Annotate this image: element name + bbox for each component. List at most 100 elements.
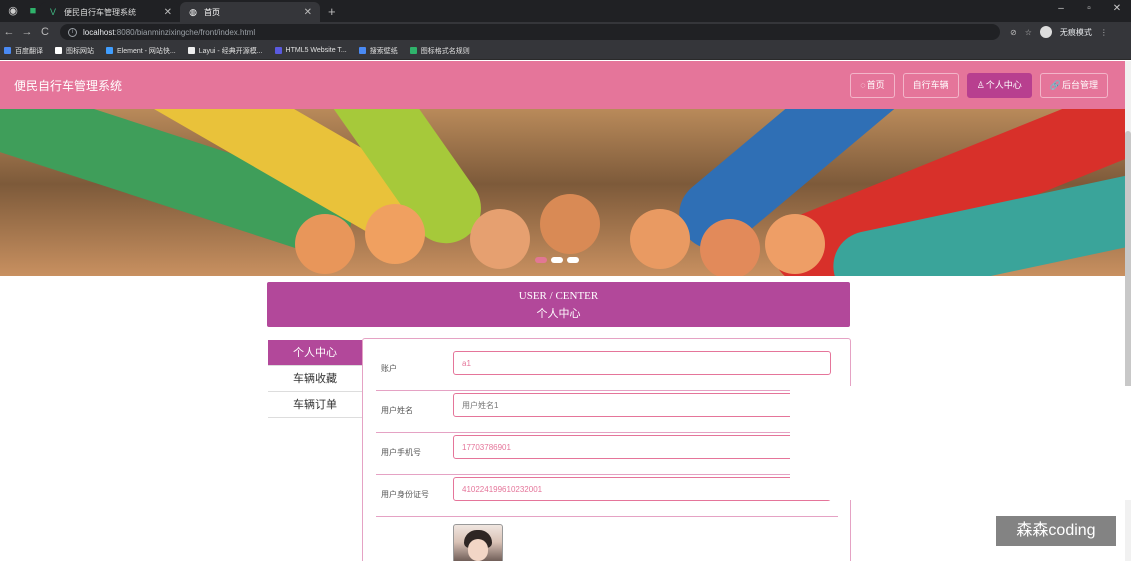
browser-menu-icon[interactable]: ◉ <box>6 4 20 18</box>
user-icon: ♙ <box>976 80 985 90</box>
bookmark-item[interactable]: Element - 网站快... <box>106 46 176 56</box>
carousel-dot[interactable] <box>567 257 579 263</box>
bookmark-item[interactable]: 百度翻译 <box>4 46 43 56</box>
bookmark-icon <box>4 47 11 54</box>
id-card-label: 用户身份证号 <box>381 490 429 499</box>
banner-carousel[interactable] <box>0 109 1125 276</box>
new-tab-button[interactable]: + <box>328 4 336 19</box>
extension-icon[interactable]: ■ <box>26 4 40 18</box>
pencil-tip <box>365 204 425 264</box>
user-center-menu: 个人中心 车辆收藏 车辆订单 <box>268 340 362 418</box>
phone-field[interactable] <box>453 435 831 459</box>
reload-icon[interactable]: C <box>36 26 54 38</box>
carousel-dot[interactable] <box>551 257 563 263</box>
pencil-tip <box>700 219 760 276</box>
nav-admin[interactable]: 🔗后台管理 <box>1039 73 1108 98</box>
menu-item-orders[interactable]: 车辆订单 <box>268 392 362 418</box>
site-header: 便民自行车管理系统 ◌首页 自行车辆 ♙个人中心 🔗后台管理 <box>0 61 1125 109</box>
bookmark-label: Layui - 经典开源模... <box>198 47 263 55</box>
bookmark-item[interactable]: 图标网站 <box>55 46 94 56</box>
bookmark-item[interactable]: HTML5 Website T... <box>274 47 347 54</box>
id-card-field[interactable] <box>453 477 831 501</box>
bookmark-item[interactable]: Layui - 经典开源模... <box>187 46 263 56</box>
rules-icon <box>409 47 417 54</box>
wallpaper-icon <box>358 47 366 54</box>
nav-bicycles[interactable]: 自行车辆 <box>902 73 959 98</box>
bookmark-label: 百度翻译 <box>15 47 43 55</box>
pencil-tip <box>765 214 825 274</box>
name-label: 用户姓名 <box>381 406 413 415</box>
form-row-phone: 用户手机号 <box>376 433 838 475</box>
bookmark-label: Element - 网站快... <box>117 47 176 55</box>
site-title: 便民自行车管理系统 <box>14 79 123 93</box>
avatar-face <box>468 539 488 561</box>
window-controls: – ▫ ✕ <box>1047 0 1131 18</box>
tab-title: 便民自行车管理系统 <box>64 7 136 17</box>
tab-title: 首页 <box>204 7 220 17</box>
bookmark-label: 图标格式名规则 <box>420 47 470 55</box>
close-window-button[interactable]: ✕ <box>1103 0 1131 18</box>
user-center-title-cn: 个人中心 <box>536 308 581 320</box>
pencil-tip <box>470 209 530 269</box>
form-row-account: 账户 <box>376 349 838 391</box>
browser-tab-1[interactable]: V 便民自行车管理系统 ✕ <box>40 2 180 22</box>
address-bar[interactable]: i localhost :8080/bianminzixingche/front… <box>60 24 1000 40</box>
nav-user-center[interactable]: ♙个人中心 <box>966 73 1032 98</box>
browser-toolbar: ← → C i localhost :8080/bianminzixingche… <box>0 22 1131 42</box>
incognito-label: 无痕模式 <box>1059 27 1092 37</box>
home-icon: ◌ <box>860 80 866 90</box>
bookmark-item[interactable]: 图标格式名规则 <box>409 46 470 56</box>
globe-icon: ◍ <box>189 7 197 17</box>
account-label: 账户 <box>381 364 397 373</box>
eye-off-icon[interactable]: ⊘ <box>1010 28 1017 37</box>
bookmark-label: 图标网站 <box>66 47 94 55</box>
nav-label: 后台管理 <box>1061 80 1098 90</box>
pencil-tip <box>630 209 690 269</box>
form-row-id-card: 用户身份证号 <box>376 475 838 517</box>
avatar[interactable] <box>453 524 503 561</box>
layui-icon <box>187 47 195 54</box>
element-icon <box>106 47 113 54</box>
bookmark-item[interactable]: 搜索壁纸 <box>358 46 398 56</box>
menu-item-favorites[interactable]: 车辆收藏 <box>268 366 362 392</box>
back-icon[interactable]: ← <box>0 26 18 38</box>
flag-icon <box>55 47 62 54</box>
url-host: localhost <box>83 27 115 37</box>
nav-home[interactable]: ◌首页 <box>850 73 895 98</box>
bookmarks-bar: 百度翻译 图标网站 Element - 网站快... Layui - 经典开源模… <box>0 42 1131 60</box>
pencil-tip <box>540 194 600 254</box>
name-field[interactable] <box>453 393 831 417</box>
more-icon[interactable]: ⋮ <box>1100 28 1108 37</box>
toolbar-right: ⊘ ☆ 无痕模式 ⋮ <box>1010 26 1108 38</box>
restore-button[interactable]: ▫ <box>1075 0 1103 18</box>
browser-tab-2[interactable]: ◍ 首页 ✕ <box>180 2 320 22</box>
browser-tab-bar: ◉ ■ V 便民自行车管理系统 ✕ ◍ 首页 ✕ + – ▫ ✕ <box>0 0 1131 22</box>
url-path: :8080/bianminzixingche/front/index.html <box>114 27 256 37</box>
forward-icon[interactable]: → <box>18 26 36 38</box>
main-nav: ◌首页 自行车辆 ♙个人中心 🔗后台管理 <box>850 73 1108 98</box>
carousel-dot[interactable] <box>535 257 547 263</box>
close-icon[interactable]: ✕ <box>304 7 312 18</box>
nav-label: 个人中心 <box>985 80 1022 90</box>
incognito-icon[interactable] <box>1039 26 1052 38</box>
menu-item-profile[interactable]: 个人中心 <box>268 340 362 366</box>
bookmark-label: 搜索壁纸 <box>369 47 398 55</box>
phone-label: 用户手机号 <box>381 448 421 457</box>
profile-form: 账户 用户姓名 用户手机号 用户身份证号 <box>362 338 851 561</box>
minimize-button[interactable]: – <box>1047 0 1075 18</box>
info-icon[interactable]: i <box>68 27 77 37</box>
form-row-name: 用户姓名 <box>376 391 838 433</box>
carousel-indicators <box>535 257 579 263</box>
pencil-tip <box>295 214 355 274</box>
star-icon[interactable]: ☆ <box>1025 28 1032 37</box>
link-icon: 🔗 <box>1049 80 1061 90</box>
user-center-title-en: USER / CENTER <box>518 290 599 302</box>
vue-icon: V <box>49 7 56 17</box>
close-icon[interactable]: ✕ <box>164 7 172 18</box>
html5-icon <box>274 47 282 54</box>
user-center-header: USER / CENTER 个人中心 <box>267 282 850 327</box>
bookmark-label: HTML5 Website T... <box>285 47 347 54</box>
account-field[interactable] <box>453 351 831 375</box>
watermark: 森森coding <box>996 516 1116 546</box>
nav-label: 首页 <box>866 80 885 90</box>
